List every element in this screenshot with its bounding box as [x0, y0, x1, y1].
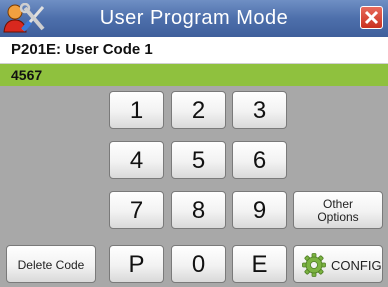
window-title: User Program Mode [99, 7, 289, 29]
key-0[interactable]: 0 [171, 245, 226, 283]
key-3[interactable]: 3 [232, 91, 287, 129]
close-icon [364, 10, 379, 25]
key-p[interactable]: P [109, 245, 164, 283]
keypad: 1 2 3 4 5 6 7 8 9 Other Options Delete C… [0, 86, 388, 287]
code-display: 4567 [0, 64, 388, 86]
key-5[interactable]: 5 [171, 141, 226, 179]
other-options-button[interactable]: Other Options [293, 191, 383, 229]
user-program-screen: User Program Mode P201E: User Code 1 456… [0, 0, 388, 287]
key-2[interactable]: 2 [171, 91, 226, 129]
program-row: P201E: User Code 1 [0, 37, 388, 64]
key-6[interactable]: 6 [232, 141, 287, 179]
key-9[interactable]: 9 [232, 191, 287, 229]
other-options-label-2: Options [317, 210, 359, 224]
code-value: 4567 [11, 67, 43, 83]
key-1[interactable]: 1 [109, 91, 164, 129]
gear-icon [302, 253, 326, 277]
program-label: P201E: User Code 1 [11, 41, 153, 58]
delete-code-label: Delete Code [17, 258, 85, 272]
delete-code-button[interactable]: Delete Code [6, 245, 96, 283]
title-bar: User Program Mode [0, 0, 388, 37]
config-label: CONFIG [331, 258, 382, 273]
key-e[interactable]: E [232, 245, 287, 283]
key-4[interactable]: 4 [109, 141, 164, 179]
user-tools-icon [3, 3, 45, 33]
key-8[interactable]: 8 [171, 191, 226, 229]
key-7[interactable]: 7 [109, 191, 164, 229]
config-button[interactable]: CONFIG [293, 245, 383, 283]
close-button[interactable] [360, 6, 383, 29]
